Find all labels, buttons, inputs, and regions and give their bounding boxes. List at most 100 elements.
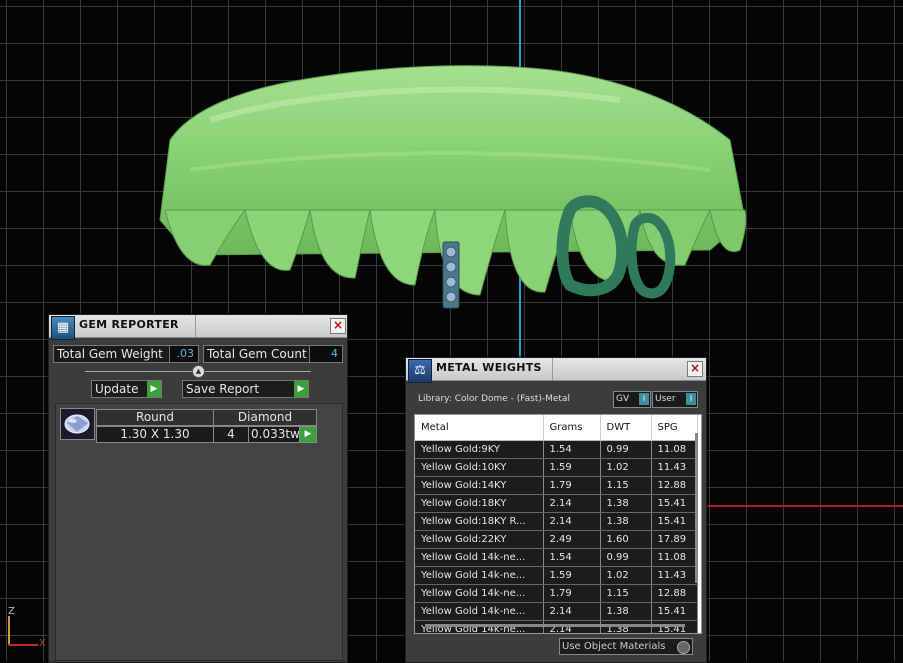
- table-row[interactable]: Yellow Gold 14k-ne... 1.59 1.02 11.43: [415, 566, 698, 585]
- table-row[interactable]: Yellow Gold 14k-ne... 2.14 1.38 15.41: [415, 602, 698, 621]
- table-cell: 2.49: [543, 530, 601, 549]
- table-cell: 1.60: [600, 530, 652, 549]
- table-row[interactable]: Yellow Gold:14KY 1.79 1.15 12.88: [415, 476, 698, 495]
- table-cell: 11.43: [651, 458, 698, 477]
- metal-weights-title: METAL WEIGHTS: [436, 361, 542, 374]
- table-cell: Yellow Gold:10KY: [415, 458, 544, 477]
- table-cell: 12.88: [651, 584, 698, 603]
- table-row[interactable]: Yellow Gold:10KY 1.59 1.02 11.43: [415, 458, 698, 477]
- table-cell: 1.38: [600, 512, 652, 531]
- table-cell: 2.14: [543, 494, 601, 513]
- gem-shape-cell: Round: [96, 409, 214, 426]
- table-cell: 1.38: [600, 620, 652, 633]
- table-cell: 2.14: [543, 620, 601, 633]
- user-toggle[interactable]: User I: [652, 391, 698, 408]
- table-row[interactable]: Yellow Gold:9KY 1.54 0.99 11.08: [415, 440, 698, 459]
- table-cell: 1.54: [543, 548, 601, 567]
- gem-reporter-close-button[interactable]: ×: [330, 318, 346, 334]
- table-cell: 2.14: [543, 512, 601, 531]
- table-cell: Yellow Gold 14k-ne...: [415, 548, 544, 567]
- splitter-handle[interactable]: ▲: [192, 365, 205, 378]
- table-row[interactable]: Yellow Gold:18KY R... 2.14 1.38 15.41: [415, 512, 698, 531]
- table-cell: Yellow Gold:9KY: [415, 440, 544, 459]
- play-icon: ▶: [294, 381, 308, 397]
- table-row[interactable]: Yellow Gold 14k-ne... 1.54 0.99 11.08: [415, 548, 698, 567]
- vertical-scrollbar[interactable]: [695, 433, 698, 583]
- metal-weights-icon: ⚖: [408, 359, 432, 383]
- table-cell: 1.59: [543, 458, 601, 477]
- table-row[interactable]: Yellow Gold 14k-ne... 2.14 1.38 15.41: [415, 620, 698, 633]
- play-icon: ▶: [147, 381, 161, 397]
- table-cell: Yellow Gold 14k-ne...: [415, 566, 544, 585]
- metal-table[interactable]: Metal Grams DWT SPG Yellow Gold:9KY 1.54 0.99…: [414, 414, 702, 634]
- gem-weight-cell: 0.033tw: [248, 426, 302, 443]
- total-gem-count-value: 4: [309, 345, 343, 363]
- table-cell: 11.08: [651, 440, 698, 459]
- table-cell: Yellow Gold 14k-ne...: [415, 620, 544, 633]
- gv-toggle[interactable]: GV I: [613, 391, 651, 408]
- metal-weights-titlebar[interactable]: ⚖ METAL WEIGHTS ×: [406, 358, 706, 383]
- table-cell: 2.14: [543, 602, 601, 621]
- update-button[interactable]: Update ▶: [91, 380, 162, 398]
- column-header-metal[interactable]: Metal: [415, 415, 544, 441]
- axis-triad: Z X: [2, 606, 50, 656]
- table-cell: Yellow Gold:14KY: [415, 476, 544, 495]
- axis-z-line: [8, 616, 10, 646]
- table-cell: 12.88: [651, 476, 698, 495]
- table-cell: 1.38: [600, 494, 652, 513]
- axis-x-line: [8, 644, 38, 646]
- table-cell: Yellow Gold 14k-ne...: [415, 584, 544, 603]
- total-gem-weight-value: .03: [169, 345, 199, 363]
- save-report-button[interactable]: Save Report ▶: [182, 380, 309, 398]
- gem-reporter-title: GEM REPORTER: [79, 318, 179, 331]
- gem-count-cell: 4: [213, 426, 249, 443]
- table-cell: 1.59: [543, 566, 601, 585]
- gem-material-cell: Diamond: [213, 409, 317, 426]
- titlebar-separator: [195, 315, 196, 337]
- table-cell: 1.54: [543, 440, 601, 459]
- table-cell: 1.38: [600, 602, 652, 621]
- horizontal-axis-line: [700, 505, 903, 507]
- table-cell: 15.41: [651, 620, 698, 633]
- table-cell: 15.41: [651, 494, 698, 513]
- table-cell: 0.99: [600, 548, 652, 567]
- table-cell: 11.43: [651, 566, 698, 585]
- titlebar-separator: [552, 358, 553, 380]
- checkbox-icon: [677, 641, 690, 654]
- table-cell: 1.79: [543, 584, 601, 603]
- horizontal-scrollbar[interactable]: [425, 624, 685, 627]
- metal-weights-panel: ⚖ METAL WEIGHTS × Library: Color Dome - …: [405, 357, 707, 663]
- library-label: Library: Color Dome - (Fast)-Metal: [418, 394, 570, 404]
- table-row[interactable]: Yellow Gold:22KY 2.49 1.60 17.89: [415, 530, 698, 549]
- table-cell: 1.15: [600, 584, 652, 603]
- gem-reporter-panel: ▦ GEM REPORTER × Total Gem Weight .03 To…: [48, 314, 348, 663]
- gem-reporter-titlebar[interactable]: ▦ GEM REPORTER ×: [49, 315, 347, 340]
- table-cell: 1.02: [600, 566, 652, 585]
- table-cell: Yellow Gold 14k-ne...: [415, 602, 544, 621]
- axis-x-label: X: [39, 638, 46, 649]
- gem-size-cell: 1.30 X 1.30: [96, 426, 214, 443]
- table-cell: 17.89: [651, 530, 698, 549]
- gem-reporter-icon: ▦: [51, 316, 75, 340]
- table-cell: 0.99: [600, 440, 652, 459]
- table-cell: 1.02: [600, 458, 652, 477]
- table-cell: Yellow Gold:18KY: [415, 494, 544, 513]
- use-object-materials-toggle[interactable]: Use Object Materials: [559, 638, 693, 655]
- column-header-grams[interactable]: Grams: [543, 415, 601, 441]
- gem-row-play-button[interactable]: ▶: [299, 426, 317, 443]
- metal-weights-close-button[interactable]: ×: [687, 361, 703, 377]
- column-header-dwt[interactable]: DWT: [600, 415, 652, 441]
- column-header-spg[interactable]: SPG: [651, 415, 698, 441]
- gem-list: Round Diamond 1.30 X 1.30 4 0.033tw ▶: [55, 403, 343, 661]
- table-row[interactable]: Yellow Gold 14k-ne... 1.79 1.15 12.88: [415, 584, 698, 603]
- table-cell: 15.41: [651, 512, 698, 531]
- table-cell: Yellow Gold:22KY: [415, 530, 544, 549]
- table-cell: 15.41: [651, 602, 698, 621]
- table-cell: 11.08: [651, 548, 698, 567]
- round-diamond-icon[interactable]: [60, 408, 95, 440]
- teeth-model[interactable]: [150, 60, 750, 310]
- table-cell: 1.15: [600, 476, 652, 495]
- table-row[interactable]: Yellow Gold:18KY 2.14 1.38 15.41: [415, 494, 698, 513]
- table-cell: 1.79: [543, 476, 601, 495]
- table-cell: Yellow Gold:18KY R...: [415, 512, 544, 531]
